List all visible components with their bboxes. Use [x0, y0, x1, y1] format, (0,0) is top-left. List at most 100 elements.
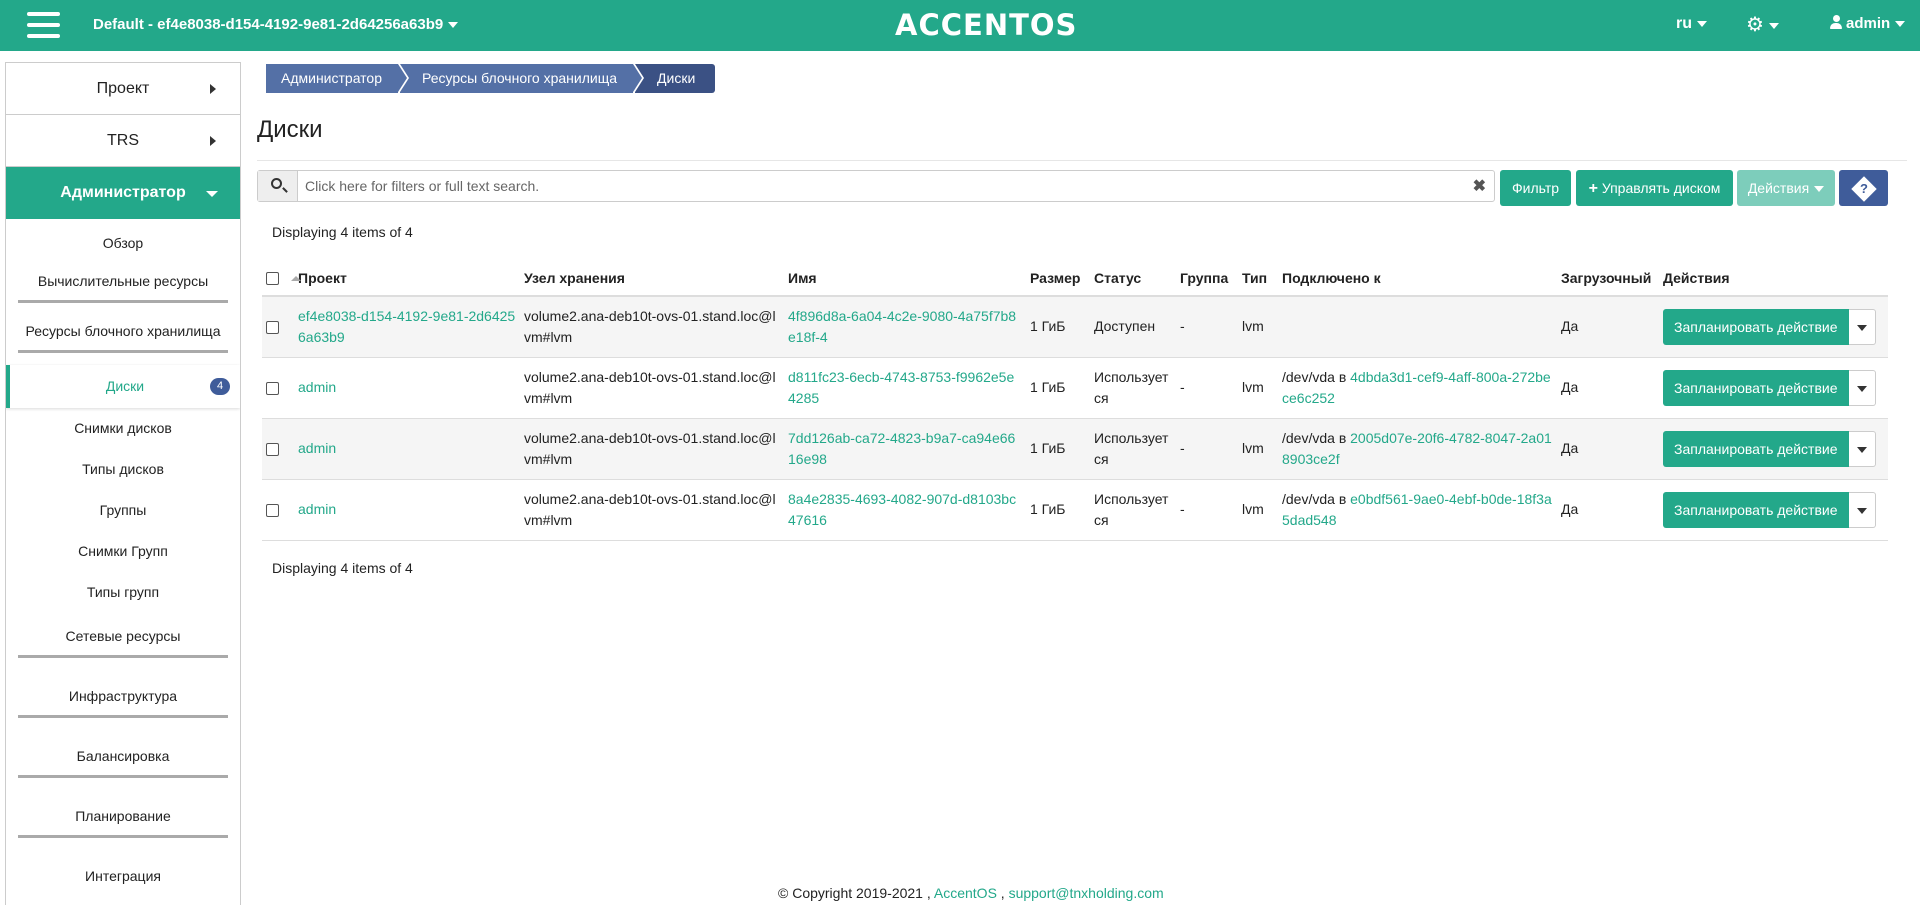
breadcrumb-item-current: Диски — [635, 64, 716, 93]
user-name: admin — [1846, 15, 1891, 32]
chevron-down-icon — [1814, 186, 1825, 193]
chevron-down-icon — [1768, 22, 1779, 29]
select-all-checkbox[interactable] — [266, 272, 279, 286]
sidebar-item-volume-types[interactable]: Типы дисков — [6, 449, 240, 490]
items-count-bottom: Displaying 4 items of 4 — [272, 560, 413, 576]
sidebar-item-overview[interactable]: Обзор — [6, 229, 240, 257]
copyright-text: © Copyright 2019-2021 , — [778, 885, 931, 901]
search-bar: ✖ — [257, 170, 1495, 202]
close-icon[interactable]: ✖ — [1473, 176, 1486, 196]
sidebar-item-trs[interactable]: TRS — [6, 115, 240, 167]
row-checkbox[interactable] — [266, 442, 279, 456]
project-selector-label: Default - ef4e8038-d154-4192-9e81-2d6425… — [93, 16, 444, 33]
sidebar-group-planning[interactable]: Планирование — [18, 801, 228, 838]
sidebar-item-project[interactable]: Проект — [6, 63, 240, 115]
column-header-actions: Действия — [1659, 260, 1888, 297]
attached-cell: /dev/vda в 2005d07e-20f6-4782-8047-2a018… — [1278, 418, 1557, 480]
chevron-right-icon — [210, 136, 216, 146]
row-actions-dropdown[interactable] — [1848, 369, 1876, 406]
support-email-link[interactable]: support@tnxholding.com — [1009, 885, 1164, 901]
type-cell: lvm — [1238, 296, 1278, 358]
column-header-attached[interactable]: Подключено к — [1278, 260, 1557, 297]
page-title: Диски — [257, 116, 323, 143]
bootable-cell: Да — [1557, 296, 1659, 358]
count-badge: 4 — [210, 378, 230, 395]
search-input[interactable] — [299, 171, 1459, 201]
group-cell: - — [1176, 357, 1238, 419]
sidebar-item-admin[interactable]: Администратор — [6, 167, 240, 219]
project-link[interactable]: admin — [298, 379, 336, 395]
top-navbar: Default - ef4e8038-d154-4192-9e81-2d6425… — [0, 0, 1920, 51]
row-actions-dropdown[interactable] — [1848, 491, 1876, 528]
volume-name-link[interactable]: d811fc23-6ecb-4743-8753-f9962e5e4285 — [788, 369, 1014, 406]
plus-icon: + — [1588, 180, 1598, 197]
column-header-host[interactable]: Узел хранения — [520, 260, 784, 297]
row-actions-dropdown[interactable] — [1848, 430, 1876, 467]
size-cell: 1 ГиБ — [1026, 357, 1090, 419]
settings-menu[interactable]: ⚙ — [1746, 12, 1779, 37]
sidebar-item-group-snapshots[interactable]: Снимки Групп — [6, 531, 240, 572]
project-selector[interactable]: Default - ef4e8038-d154-4192-9e81-2d6425… — [93, 16, 459, 33]
column-header-bootable[interactable]: Загрузочный — [1557, 260, 1659, 297]
sidebar-group-compute[interactable]: Вычислительные ресурсы — [18, 267, 228, 303]
column-header-name[interactable]: Имя — [784, 260, 1026, 297]
column-header-group[interactable]: Группа — [1176, 260, 1238, 297]
project-link[interactable]: admin — [298, 501, 336, 517]
size-cell: 1 ГиБ — [1026, 418, 1090, 480]
sidebar-item-snapshots[interactable]: Снимки дисков — [6, 408, 240, 449]
filter-button[interactable]: Фильтр — [1500, 170, 1571, 206]
chevron-down-icon — [448, 22, 459, 29]
volume-name-link[interactable]: 4f896d8a-6a04-4c2e-9080-4a75f7b8e18f-4 — [788, 308, 1016, 345]
sidebar-item-group-types[interactable]: Типы групп — [6, 572, 240, 613]
actions-dropdown-button[interactable]: Действия — [1737, 170, 1835, 206]
attached-cell — [1278, 296, 1557, 358]
column-header-type[interactable]: Тип — [1238, 260, 1278, 297]
row-checkbox[interactable] — [266, 321, 279, 335]
user-menu[interactable]: admin — [1830, 15, 1906, 32]
sidebar-item-label: TRS — [107, 132, 139, 149]
sidebar-item-groups[interactable]: Группы — [6, 490, 240, 531]
row-checkbox[interactable] — [266, 503, 279, 517]
table-row: admin volume2.ana-deb10t-ovs-01.stand.lo… — [262, 479, 1888, 541]
breadcrumb-item[interactable]: Ресурсы блочного хранилища — [400, 64, 643, 93]
sidebar-group-block-storage[interactable]: Ресурсы блочного хранилища — [18, 317, 228, 353]
schedule-action-button[interactable]: Запланировать действие — [1663, 491, 1849, 528]
menu-icon[interactable] — [27, 12, 60, 39]
row-actions-dropdown[interactable] — [1848, 308, 1876, 345]
schedule-action-button[interactable]: Запланировать действие — [1663, 430, 1849, 467]
language-selector[interactable]: ru — [1676, 15, 1707, 33]
select-all-cell — [262, 260, 294, 297]
breadcrumb-item[interactable]: Администратор — [266, 64, 408, 93]
sidebar-group-network[interactable]: Сетевые ресурсы — [18, 621, 228, 658]
column-header-size[interactable]: Размер — [1026, 260, 1090, 297]
sort-icon — [290, 276, 301, 282]
schedule-action-button[interactable]: Запланировать действие — [1663, 369, 1849, 406]
volume-name-link[interactable]: 8a4e2835-4693-4082-907d-d8103bc47616 — [788, 491, 1016, 528]
manage-volume-button[interactable]: + Управлять диском — [1576, 170, 1733, 206]
column-header-status[interactable]: Статус — [1090, 260, 1176, 297]
volumes-table: Проект Узел хранения Имя Размер Статус Г… — [262, 260, 1888, 541]
status-cell: Используется — [1090, 479, 1176, 541]
type-cell: lvm — [1238, 418, 1278, 480]
manage-volume-label: Управлять диском — [1601, 180, 1721, 196]
host-cell: volume2.ana-deb10t-ovs-01.stand.loc@lvm#… — [520, 357, 784, 419]
column-header-project[interactable]: Проект — [290, 260, 520, 297]
schedule-action-button[interactable]: Запланировать действие — [1663, 308, 1849, 345]
type-cell: lvm — [1238, 479, 1278, 541]
status-cell: Доступен — [1090, 296, 1176, 358]
volume-name-link[interactable]: 7dd126ab-ca72-4823-b9a7-ca94e6616e98 — [788, 430, 1015, 467]
sidebar-group-balancing[interactable]: Балансировка — [18, 741, 228, 778]
group-cell: - — [1176, 418, 1238, 480]
sidebar-item-volumes[interactable]: Диски 4 — [6, 365, 240, 408]
attached-cell: /dev/vda в 4dbda3d1-cef9-4aff-800a-272be… — [1278, 357, 1557, 419]
table-row: ef4e8038-d154-4192-9e81-2d64256a63b9 vol… — [262, 296, 1888, 358]
brand-link[interactable]: AccentOS — [934, 885, 997, 901]
help-button[interactable]: ? — [1839, 170, 1888, 206]
host-cell: volume2.ana-deb10t-ovs-01.stand.loc@lvm#… — [520, 479, 784, 541]
sidebar-group-infrastructure[interactable]: Инфраструктура — [18, 681, 228, 718]
row-checkbox[interactable] — [266, 381, 279, 395]
sidebar-group-integration[interactable]: Интеграция — [18, 861, 228, 898]
size-cell: 1 ГиБ — [1026, 296, 1090, 358]
project-link[interactable]: ef4e8038-d154-4192-9e81-2d64256a63b9 — [298, 308, 515, 345]
project-link[interactable]: admin — [298, 440, 336, 456]
